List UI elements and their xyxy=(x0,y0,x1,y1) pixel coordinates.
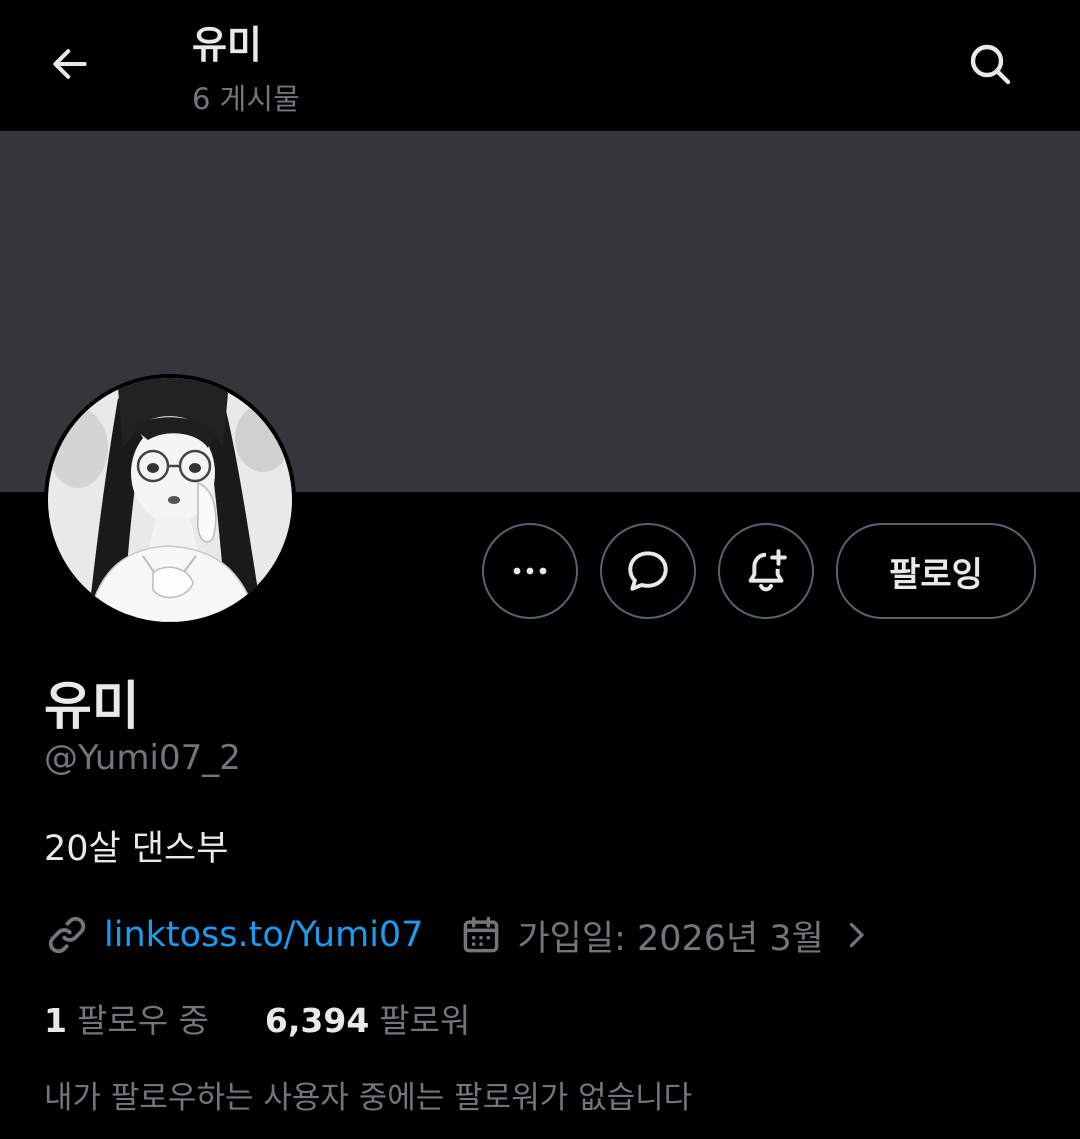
search-icon xyxy=(970,44,1011,85)
following-stat[interactable]: 1 팔로우 중 xyxy=(44,994,209,1042)
user-handle: @Yumi07_2 xyxy=(44,738,241,778)
profile-bio: 20살 댄스부 xyxy=(44,829,229,869)
notifications-button[interactable] xyxy=(718,523,814,619)
avatar-illustration xyxy=(48,378,292,622)
top-app-bar: 유미 6 게시물 xyxy=(0,0,1080,130)
profile-meta-row: linktoss.to/Yumi07 가입일: 2026년 3월 xyxy=(44,908,874,962)
joined-date: 가입일: 2026년 3월 xyxy=(517,918,824,959)
message-button[interactable] xyxy=(600,523,696,619)
back-button[interactable] xyxy=(40,34,100,94)
more-horizontal-icon xyxy=(513,567,547,575)
arrow-left-icon xyxy=(53,49,87,79)
profile-link[interactable]: linktoss.to/Yumi07 xyxy=(104,915,423,955)
header-title: 유미 xyxy=(192,23,262,67)
more-options-button[interactable] xyxy=(482,523,578,619)
following-button[interactable]: 팔로잉 xyxy=(836,523,1036,619)
following-count: 1 xyxy=(44,1001,67,1040)
mutual-followers-note: 내가 팔로우하는 사용자 중에는 팔로워가 없습니다 xyxy=(44,1080,693,1116)
avatar[interactable] xyxy=(44,374,296,626)
followers-stat[interactable]: 6,394 팔로워 xyxy=(265,994,470,1042)
followers-count: 6,394 xyxy=(264,1001,370,1040)
bell-plus-icon xyxy=(748,549,787,592)
follow-stats: 1 팔로우 중 6,394 팔로워 xyxy=(44,994,470,1042)
posts-count: 6 게시물 xyxy=(192,82,300,116)
search-button[interactable] xyxy=(958,34,1022,94)
message-bubble-icon xyxy=(628,551,668,591)
chevron-right-icon[interactable] xyxy=(838,915,874,955)
calendar-icon xyxy=(459,913,503,957)
followers-label: 팔로워 xyxy=(379,1001,471,1040)
following-label: 팔로우 중 xyxy=(76,1001,209,1040)
display-name: 유미 xyxy=(44,677,140,737)
link-icon xyxy=(44,912,90,958)
